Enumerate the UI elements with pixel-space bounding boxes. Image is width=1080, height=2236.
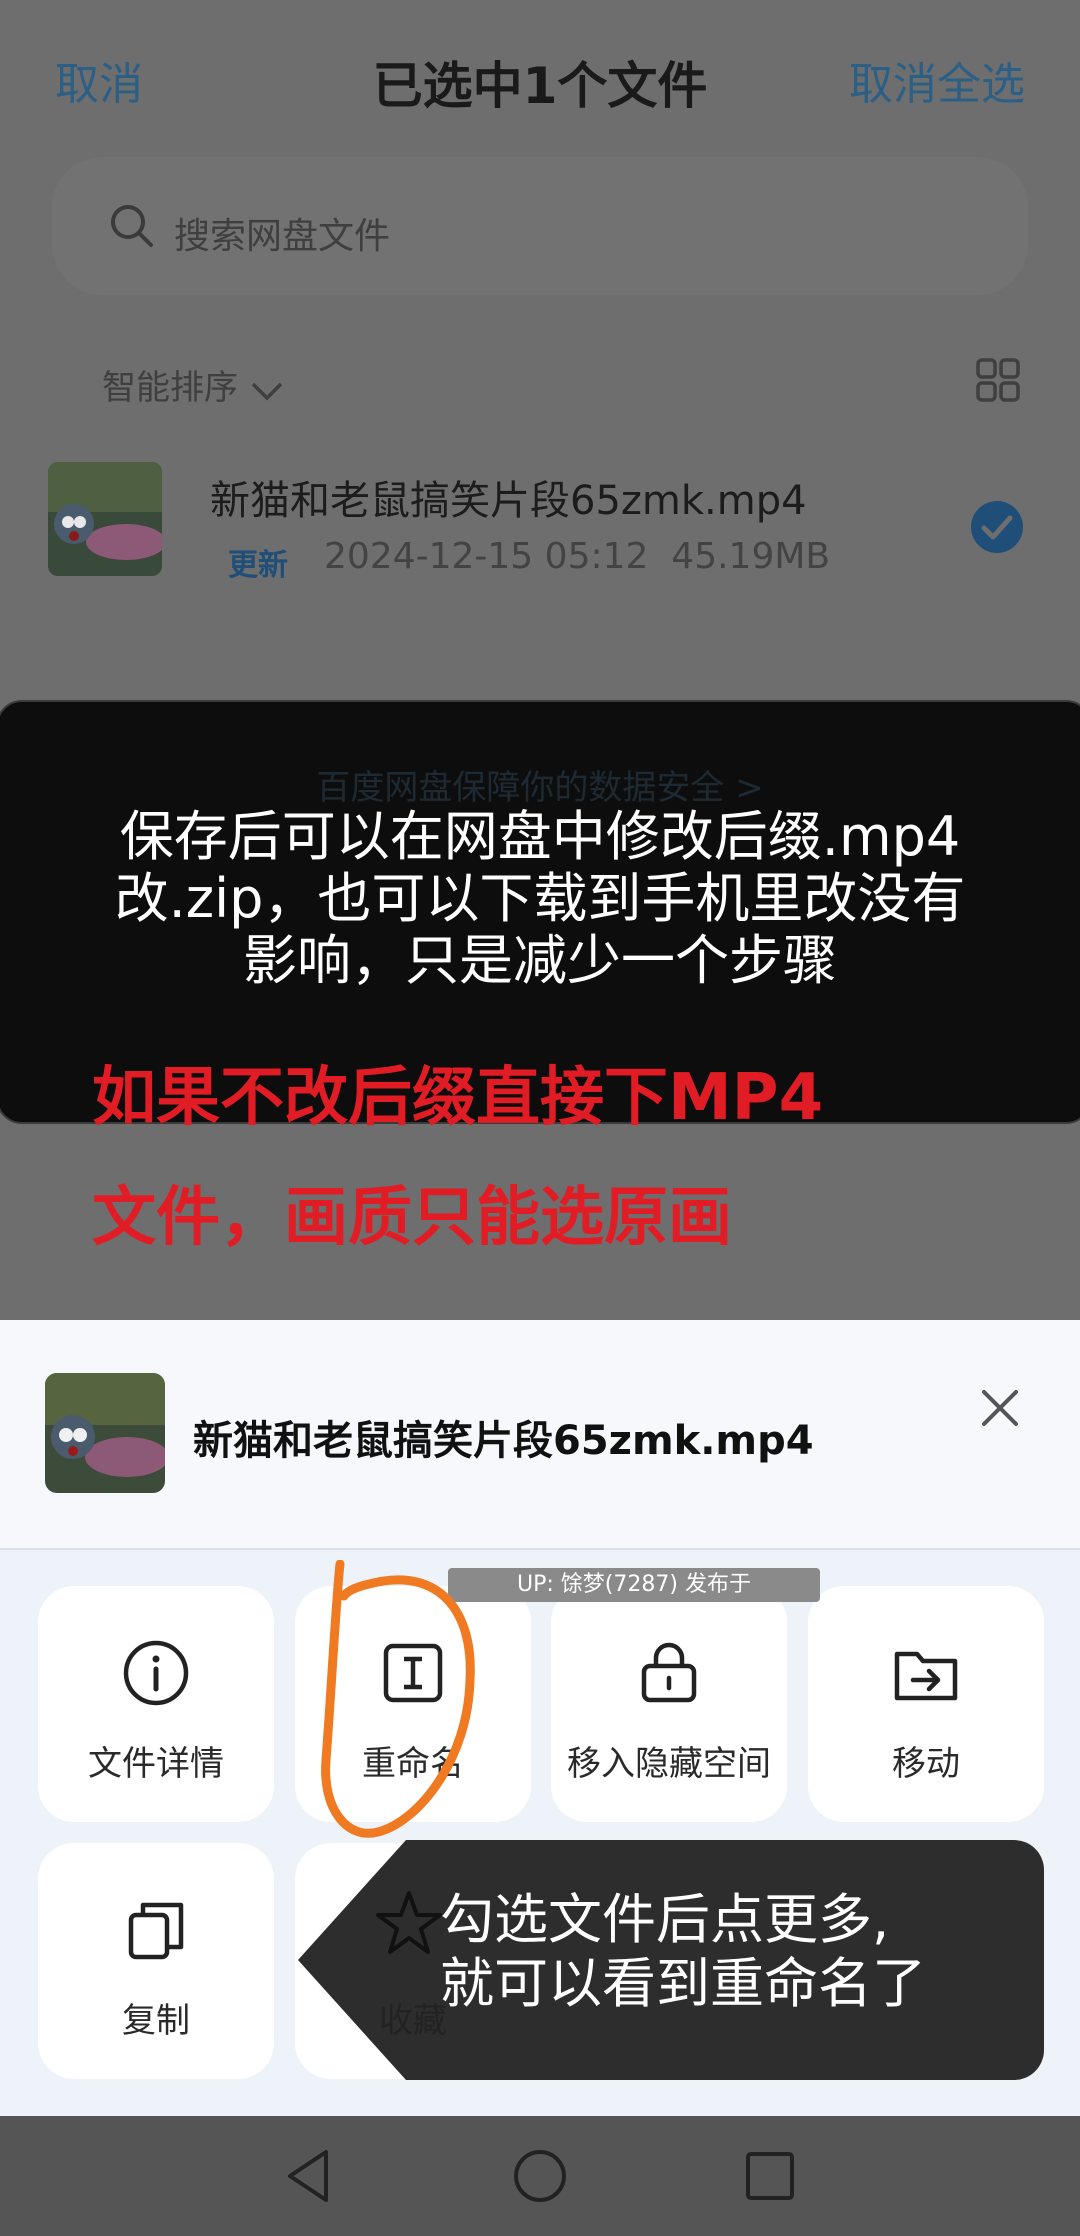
- annotation-text: 保存后可以在网盘中修改后缀.mp4 改.zip，也可以下载到手机里改没有 影响，…: [40, 806, 1040, 992]
- annotation-line: 改.zip，也可以下载到手机里改没有: [114, 867, 966, 930]
- file-date: 2024-12-15 05:12: [324, 536, 649, 577]
- annotation-line: 影响，只是减少一个步骤: [243, 929, 837, 992]
- search-icon: [111, 205, 153, 247]
- cancel-all-button[interactable]: 取消全选: [849, 48, 1025, 112]
- chevron-down-icon: [251, 382, 283, 400]
- file-name: 新猫和老鼠搞笑片段65zmk.mp4: [210, 478, 807, 524]
- search-placeholder: 搜索网盘文件: [174, 216, 391, 257]
- action-label: 移动: [892, 1744, 960, 1784]
- callout-line: 勾选文件后点更多,: [440, 1888, 890, 1951]
- highlight-circle-mark: [321, 1560, 475, 1838]
- file-meta: 2024-12-15 05:12 45.19MB: [324, 536, 830, 577]
- move-button[interactable]: 移动: [808, 1586, 1044, 1822]
- recents-icon[interactable]: [740, 2146, 800, 2206]
- close-icon[interactable]: [978, 1386, 1022, 1430]
- file-details-button[interactable]: 文件详情: [38, 1586, 274, 1822]
- action-label: 复制: [122, 2001, 190, 2041]
- system-navigation-bar: [0, 2116, 1080, 2236]
- sort-dropdown[interactable]: 智能排序: [102, 360, 285, 409]
- grid-view-icon[interactable]: [976, 358, 1020, 402]
- info-icon: [123, 1640, 189, 1706]
- sort-label: 智能排序: [102, 368, 238, 408]
- file-thumbnail: [48, 462, 162, 576]
- callout-text: 勾选文件后点更多, 就可以看到重命名了: [440, 1888, 926, 2016]
- warning-text: 文件，画质只能选原画: [92, 1181, 732, 1255]
- star-icon: [376, 1891, 442, 1954]
- warning-text: 如果不改后缀直接下MP4: [92, 1061, 824, 1135]
- copy-button[interactable]: 复制: [38, 1843, 274, 2079]
- sheet-file-thumbnail: [45, 1373, 165, 1493]
- back-icon[interactable]: [280, 2146, 340, 2206]
- copy-icon: [128, 1902, 184, 1960]
- lock-icon: [641, 1642, 697, 1703]
- sheet-header: 新猫和老鼠搞笑片段65zmk.mp4: [0, 1320, 1080, 1550]
- folder-move-icon: [894, 1651, 958, 1701]
- action-label: 文件详情: [88, 1744, 224, 1784]
- action-label: 移入隐藏空间: [567, 1744, 771, 1784]
- callout-line: 就可以看到重命名了: [440, 1952, 926, 2015]
- security-notice: 百度网盘保障你的数据安全 >: [316, 768, 764, 808]
- sheet-file-name: 新猫和老鼠搞笑片段65zmk.mp4: [193, 1418, 814, 1464]
- update-badge: 更新: [228, 548, 288, 583]
- watermark: UP: 馀梦(7287) 发布于 mengzhan.cc: [448, 1568, 820, 1631]
- annotation-line: 保存后可以在网盘中修改后缀.mp4: [119, 805, 961, 868]
- search-bar[interactable]: 搜索网盘文件: [52, 157, 1028, 295]
- home-icon[interactable]: [510, 2146, 570, 2206]
- file-size: 45.19MB: [671, 536, 831, 577]
- selected-check-icon[interactable]: [970, 500, 1024, 554]
